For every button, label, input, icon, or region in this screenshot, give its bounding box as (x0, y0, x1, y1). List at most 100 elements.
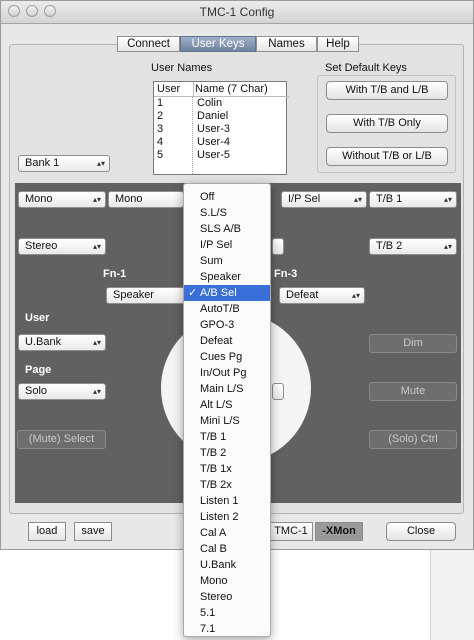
key-select-5[interactable]: Stereo ▴▾ (18, 238, 106, 255)
menu-item-cal-b[interactable]: Cal B (184, 541, 270, 557)
key-function-menu: Off S.L/S SLS A/B I/P Sel Sum Speaker ✓ A… (183, 183, 271, 637)
table-row-name[interactable]: User-4 (197, 136, 230, 149)
menu-item-label: Stereo (200, 591, 233, 603)
column-header-user[interactable]: User (154, 82, 194, 97)
menu-item-in-out-pg[interactable]: In/Out Pg (184, 365, 270, 381)
xmon-button[interactable]: -XMon (315, 522, 363, 541)
tab-connect[interactable]: Connect (117, 36, 180, 52)
chevron-updown-icon: ▴▾ (92, 338, 101, 347)
menu-item-label: Mini L/S (200, 415, 240, 427)
table-row-user[interactable]: 4 (157, 136, 163, 149)
menu-item-mini-ls[interactable]: Mini L/S (184, 413, 270, 429)
key-select-7[interactable]: T/B 2 ▴▾ (369, 238, 457, 255)
menu-item-label: S.L/S (200, 207, 227, 219)
menu-item-label: Sum (200, 255, 223, 267)
table-row-user[interactable]: 1 (157, 97, 163, 110)
key-select-4-value: T/B 1 (376, 193, 403, 205)
user-names-label: User Names (151, 62, 213, 74)
table-row-user[interactable]: 2 (157, 110, 163, 123)
menu-item-alt-ls[interactable]: Alt L/S (184, 397, 270, 413)
menu-item-label: Alt L/S (200, 399, 233, 411)
dim-button[interactable]: Dim (369, 334, 457, 353)
table-row-name[interactable]: Daniel (197, 110, 228, 123)
menu-item-ab-sel[interactable]: ✓ A/B Sel (184, 285, 270, 301)
menu-item-tb-1[interactable]: T/B 1 (184, 429, 270, 445)
menu-item-u-bank[interactable]: U.Bank (184, 557, 270, 573)
with-tb-and-lb-button[interactable]: With T/B and L/B (326, 81, 448, 100)
bank-select-value: Bank 1 (25, 157, 60, 169)
column-header-name[interactable]: Name (7 Char) (192, 82, 289, 97)
menu-item-cues-pg[interactable]: Cues Pg (184, 349, 270, 365)
menu-item-sls[interactable]: S.L/S (184, 205, 270, 221)
menu-item-7-1[interactable]: 7.1 (184, 621, 270, 637)
load-button[interactable]: load (28, 522, 66, 541)
bank-select[interactable]: Bank 1 ▴▾ (18, 155, 110, 172)
menu-item-mono[interactable]: Mono (184, 573, 270, 589)
user-select[interactable]: U.Bank ▴▾ (18, 334, 106, 351)
menu-item-label: Cal A (200, 527, 227, 539)
menu-item-defeat[interactable]: Defeat (184, 333, 270, 349)
menu-item-off[interactable]: Off (184, 189, 270, 205)
menu-item-gpo-3[interactable]: GPO-3 (184, 317, 270, 333)
menu-item-listen-2[interactable]: Listen 2 (184, 509, 270, 525)
table-row-user[interactable]: 5 (157, 149, 163, 162)
chevron-updown-icon: ▴▾ (351, 291, 360, 300)
page-select[interactable]: Solo ▴▾ (18, 383, 106, 400)
key-select-4[interactable]: T/B 1 ▴▾ (369, 191, 457, 208)
menu-item-label: Listen 2 (200, 511, 239, 523)
key-select-5-value: Stereo (25, 240, 58, 252)
table-row-name[interactable]: User-3 (197, 123, 230, 136)
menu-item-tb-2x[interactable]: T/B 2x (184, 477, 270, 493)
key-select-1[interactable]: Mono ▴▾ (18, 191, 106, 208)
save-button[interactable]: save (74, 522, 112, 541)
menu-item-sls-ab[interactable]: SLS A/B (184, 221, 270, 237)
center-key-select[interactable] (272, 383, 284, 400)
menu-item-auto-tb[interactable]: AutoT/B (184, 301, 270, 317)
menu-item-main-ls[interactable]: Main L/S (184, 381, 270, 397)
mute-button[interactable]: Mute (369, 382, 457, 401)
menu-item-label: GPO-3 (200, 319, 235, 331)
key-select-6[interactable] (272, 238, 284, 255)
user-names-table[interactable]: User Name (7 Char) 1 Colin 2 Daniel 3 Us… (153, 81, 289, 175)
menu-item-label: T/B 2x (200, 479, 232, 491)
page-label: Page (25, 364, 52, 376)
fn-3-select[interactable]: Defeat ▴▾ (279, 287, 365, 304)
menu-item-label: Listen 1 (200, 495, 239, 507)
key-select-7-value: T/B 2 (376, 240, 403, 252)
mute-select-button[interactable]: (Mute) Select (17, 430, 106, 449)
menu-item-label: SLS A/B (200, 223, 241, 235)
key-select-2[interactable]: Mono (108, 191, 184, 208)
menu-item-stereo[interactable]: Stereo (184, 589, 270, 605)
menu-item-label: U.Bank (200, 559, 237, 571)
menu-item-label: Defeat (200, 335, 233, 347)
table-row-name[interactable]: User-5 (197, 149, 230, 162)
fn-3-select-value: Defeat (286, 289, 319, 301)
chevron-updown-icon: ▴▾ (443, 242, 452, 251)
table-row-name[interactable]: Colin (197, 97, 222, 110)
menu-item-label: T/B 1 (200, 431, 227, 443)
menu-item-5-1[interactable]: 5.1 (184, 605, 270, 621)
menu-item-sum[interactable]: Sum (184, 253, 270, 269)
menu-item-listen-1[interactable]: Listen 1 (184, 493, 270, 509)
tab-user-keys[interactable]: User Keys (180, 36, 256, 52)
menu-item-label: Speaker (200, 271, 241, 283)
menu-item-label: Main L/S (200, 383, 244, 395)
without-tb-or-lb-button[interactable]: Without T/B or L/B (326, 147, 448, 166)
fn-1-select[interactable]: Speaker (106, 287, 186, 304)
menu-item-speaker[interactable]: Speaker (184, 269, 270, 285)
tab-names[interactable]: Names (256, 36, 317, 52)
tmc-1-button[interactable]: TMC-1 (269, 522, 313, 541)
close-button[interactable]: Close (386, 522, 456, 541)
tab-help[interactable]: Help (317, 36, 359, 52)
menu-item-label: A/B Sel (200, 287, 237, 299)
with-tb-only-button[interactable]: With T/B Only (326, 114, 448, 133)
menu-item-label: 7.1 (200, 623, 216, 635)
key-select-3[interactable]: I/P Sel ▴▾ (281, 191, 367, 208)
menu-item-tb-2[interactable]: T/B 2 (184, 445, 270, 461)
menu-item-ip-sel[interactable]: I/P Sel (184, 237, 270, 253)
solo-ctrl-button[interactable]: (Solo) Ctrl (369, 430, 457, 449)
chevron-updown-icon: ▴▾ (96, 159, 105, 168)
menu-item-tb-1x[interactable]: T/B 1x (184, 461, 270, 477)
table-row-user[interactable]: 3 (157, 123, 163, 136)
menu-item-cal-a[interactable]: Cal A (184, 525, 270, 541)
